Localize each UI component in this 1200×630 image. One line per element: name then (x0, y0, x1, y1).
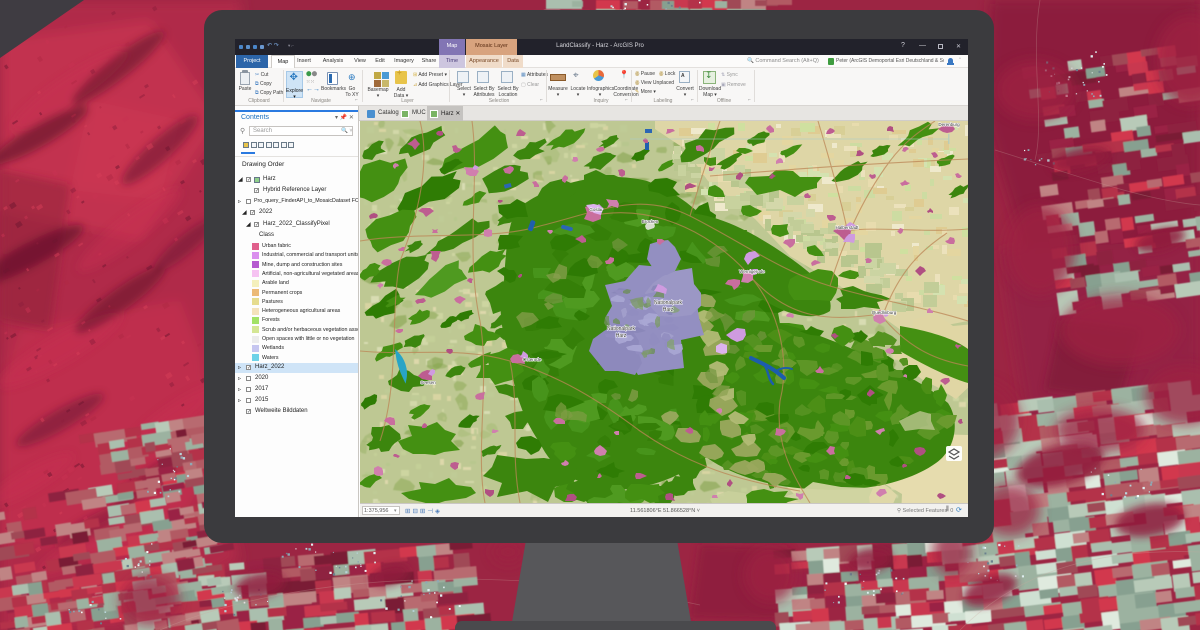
svg-text:Nationalpark: Nationalpark (607, 326, 636, 332)
svg-text:Goslar: Goslar (589, 207, 603, 212)
svg-text:Seesen: Seesen (420, 380, 436, 385)
svg-text:Harz: Harz (663, 307, 674, 313)
svg-text:Halberstadt: Halberstadt (835, 225, 859, 230)
svg-text:Wernigerode: Wernigerode (739, 269, 765, 274)
svg-text:Quedlinburg: Quedlinburg (872, 310, 897, 315)
svg-text:Osterode: Osterode (523, 357, 542, 362)
svg-text:Derenburg: Derenburg (938, 122, 960, 127)
svg-text:Harz: Harz (616, 333, 627, 339)
svg-text:Nationalpark: Nationalpark (654, 300, 683, 306)
svg-text:Brocken: Brocken (642, 219, 659, 224)
